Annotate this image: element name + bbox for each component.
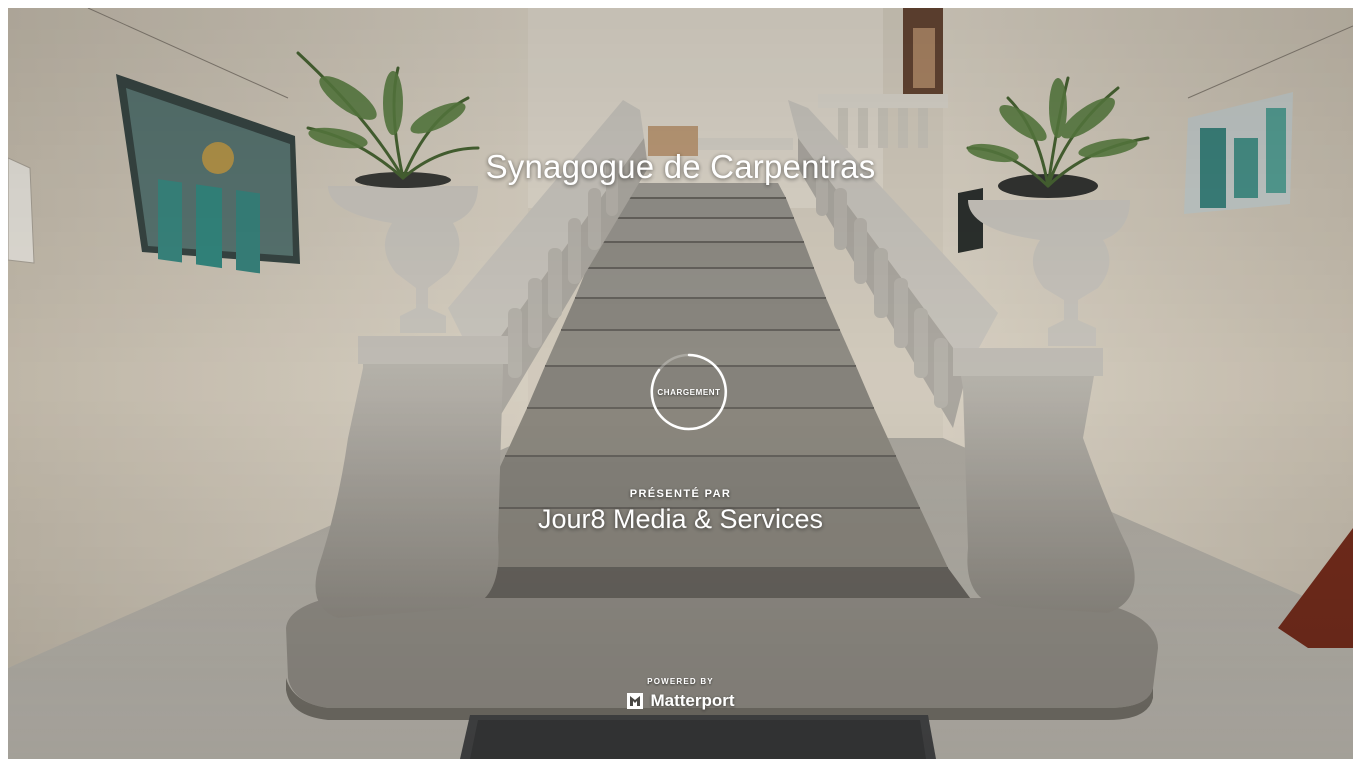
brand-name: Matterport bbox=[650, 691, 735, 710]
matterport-logo-icon bbox=[627, 693, 644, 709]
tour-viewer[interactable]: Synagogue de Carpentras CHARGEMENT PRÉSE… bbox=[8, 8, 1353, 759]
loading-label: CHARGEMENT bbox=[657, 387, 721, 397]
loading-indicator: CHARGEMENT bbox=[649, 352, 729, 432]
model-title: Synagogue de Carpentras bbox=[485, 148, 876, 185]
presented-by-label: PRÉSENTÉ PAR bbox=[629, 488, 732, 500]
presenter-name: Jour8 Media & Services bbox=[537, 504, 824, 534]
matterport-brand[interactable]: Matterport bbox=[8, 691, 1353, 711]
powered-by-label: POWERED BY bbox=[647, 677, 714, 686]
